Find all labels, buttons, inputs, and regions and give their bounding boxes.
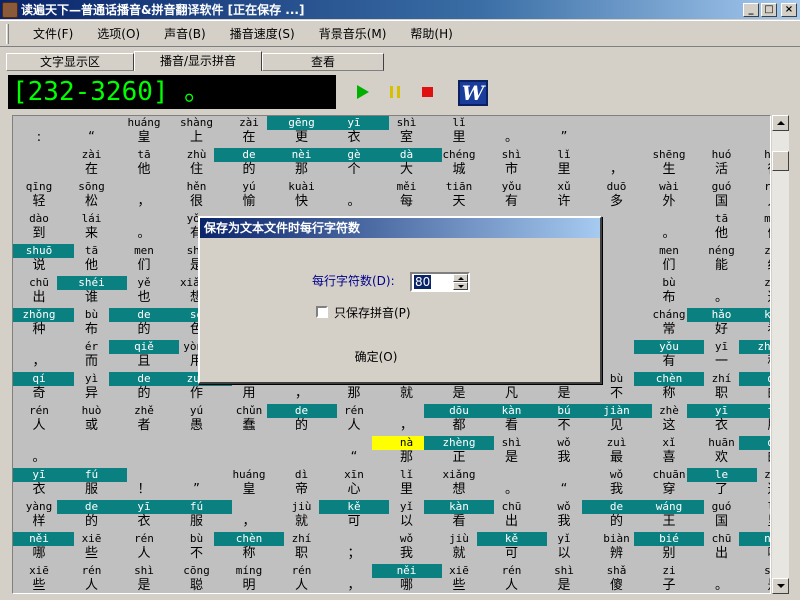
hanzi-text: 很 [739,162,770,178]
char-cell[interactable]: zhǒng种 [739,340,770,372]
hanzi-text: 人 [739,194,770,210]
scroll-thumb[interactable] [772,151,789,171]
spin-down-button[interactable] [453,282,468,290]
toolbar: [232-3260] 。 [0,71,800,113]
pause-button[interactable] [384,81,406,103]
tab-text-display[interactable]: 文字显示区 [6,53,134,71]
hanzi-text: ” [560,130,568,145]
play-icon [357,85,369,99]
char-cell[interactable]: shì是 [739,564,771,593]
char-cell[interactable]: hěn很 [739,148,771,180]
pinyin-text: de [739,372,770,386]
pinyin-text: zhī [764,244,771,257]
arrow-down-icon [777,584,785,588]
hanzi-text: 织 [739,258,770,274]
char-cell[interactable]: 。 [13,436,74,468]
menu-file[interactable]: 文件(F) [21,25,85,42]
chars-per-line-label: 每行字符数(D): [312,274,395,288]
pinyin-text: zhè [764,468,771,481]
hanzi-text: 是 [739,578,770,593]
title-bar: 读遍天下—普通话播音&拼音翻译软件 [正在保存 ...] _ □ × [0,0,800,19]
hanzi-text: 这 [739,290,770,306]
dialog-title: 保存为文本文件时每行字符数 [200,218,600,238]
stop-button[interactable] [416,81,438,103]
hanzi-text: 的 [739,450,770,466]
char-cell[interactable]: de的 [739,372,770,404]
hanzi-text: 里 [739,514,770,530]
pinyin-text: lǐ [739,500,770,514]
hanzi-text: 种 [739,354,770,370]
pinyin-text: fú [739,404,770,418]
pinyin-text [529,116,599,130]
menu-help[interactable]: 帮助(H) [398,25,464,42]
pinyin-text: hěn [764,148,771,161]
pinyin-only-checkbox[interactable] [316,306,328,318]
pinyin-text: men [764,212,771,225]
save-options-dialog: 保存为文本文件时每行字符数 每行字符数(D): 80 只保存拼音(P) 确定(O… [198,216,602,384]
hanzi-text: 看 [739,322,770,338]
menu-grip [6,23,9,44]
hanzi-text: 的 [739,386,770,402]
menu-bar: 文件(F) 选项(O) 声音(B) 播音速度(S) 背景音乐(M) 帮助(H) [0,20,800,47]
arrow-up-icon [777,121,785,125]
pinyin-only-label[interactable]: 只保存拼音(P) [334,304,411,321]
tab-strip: 文字显示区 播音/显示拼音 查看 [0,51,800,71]
pinyin-text: něi [739,532,770,546]
chars-per-line-spinner[interactable]: 80 [410,272,470,292]
pinyin-text: kàn [739,308,770,322]
spin-up-button[interactable] [453,274,468,282]
menu-music[interactable]: 背景音乐(M) [307,25,399,42]
char-cell[interactable]: zhī织 [739,244,771,276]
pinyin-text: shì [764,564,771,577]
maximize-button[interactable]: □ [761,2,777,17]
chars-per-line-value[interactable]: 80 [414,275,432,289]
word-export-icon[interactable]: W [458,80,488,106]
char-cell[interactable]: ” [529,116,599,148]
minimize-button[interactable]: _ [743,2,759,17]
hanzi-text: 。 [32,450,46,465]
position-display: [232-3260] 。 [8,75,336,109]
pinyin-text: zhǒng [739,340,770,354]
pinyin-text [13,436,74,450]
stop-icon [421,87,433,97]
pinyin-text: de [739,436,770,450]
pause-icon [390,86,400,98]
char-cell[interactable]: lǐ里 [739,500,770,532]
menu-sound[interactable]: 声音(B) [152,25,218,42]
play-button[interactable] [352,81,374,103]
tab-view[interactable]: 查看 [262,53,384,71]
menu-speed[interactable]: 播音速度(S) [218,25,307,42]
hanzi-text: 这 [739,482,770,498]
scroll-down-button[interactable] [772,578,789,594]
char-cell[interactable]: něi哪 [739,532,770,564]
hanzi-text: 哪 [739,546,770,562]
scroll-up-button[interactable] [772,115,789,131]
window-title: 读遍天下—普通话播音&拼音翻译软件 [正在保存 ...] [21,3,305,17]
char-cell[interactable]: men们 [739,212,771,244]
hanzi-text: 们 [739,226,770,242]
char-cell[interactable]: zhè这 [739,468,771,500]
tab-broadcast-pinyin[interactable]: 播音/显示拼音 [134,51,262,71]
char-cell[interactable]: de的 [739,436,770,468]
close-button[interactable]: × [781,2,797,17]
char-cell[interactable]: kàn看 [739,308,770,340]
char-cell[interactable]: rén人 [739,180,771,212]
char-cell[interactable]: zhè这 [739,276,771,308]
ok-button[interactable]: 确定(O) [346,346,406,368]
app-icon [2,1,18,18]
vertical-scrollbar[interactable] [772,115,789,594]
menu-options[interactable]: 选项(O) [85,25,152,42]
char-cell[interactable]: fú服 [739,404,770,436]
hanzi-text: 服 [739,418,770,434]
pinyin-text: zhè [764,276,771,289]
pinyin-text: rén [764,180,771,193]
